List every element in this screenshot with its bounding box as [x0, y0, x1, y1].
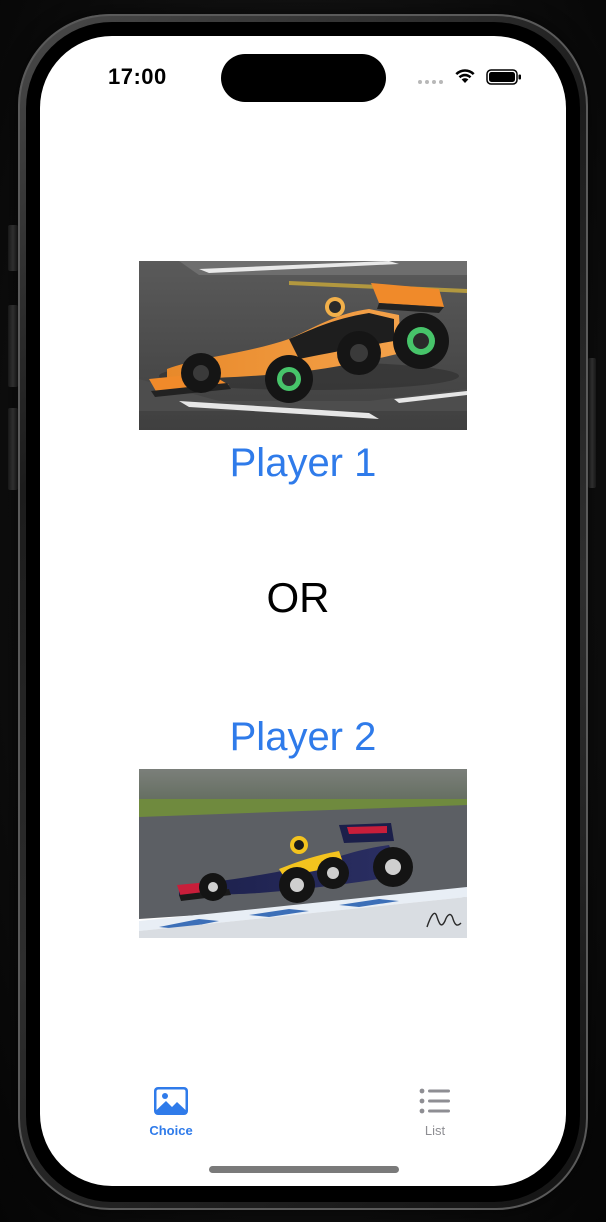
- tab-choice-label: Choice: [149, 1123, 193, 1138]
- device-volume-down-button: [8, 408, 18, 490]
- player1-button[interactable]: Player 1: [40, 441, 566, 486]
- battery-icon: [486, 69, 521, 85]
- tab-bar: Choice List: [40, 1076, 566, 1146]
- dynamic-island: [221, 54, 386, 102]
- status-time: 17:00: [108, 64, 167, 89]
- device-power-button: [588, 358, 596, 488]
- device-backdrop: 17:00 Player 1 OR Player 2 Choice List: [0, 0, 606, 1222]
- player2-car-image[interactable]: [139, 769, 467, 938]
- status-bar: 17:00: [40, 36, 566, 116]
- player2-button[interactable]: Player 2: [40, 715, 566, 760]
- device-mute-switch: [8, 225, 18, 271]
- cellular-signal-icon: [418, 80, 443, 84]
- tab-choice[interactable]: Choice: [121, 1076, 221, 1146]
- home-indicator[interactable]: [209, 1166, 399, 1173]
- photo-icon: [154, 1087, 188, 1115]
- app-screen: 17:00 Player 1 OR Player 2 Choice List: [40, 36, 566, 1186]
- device-volume-up-button: [8, 305, 18, 387]
- tab-list[interactable]: List: [385, 1076, 485, 1146]
- tab-list-label: List: [424, 1123, 446, 1138]
- player1-car-image[interactable]: [139, 261, 467, 430]
- list-icon: [419, 1088, 450, 1114]
- or-separator: OR: [266, 574, 330, 621]
- wifi-icon: [455, 69, 475, 83]
